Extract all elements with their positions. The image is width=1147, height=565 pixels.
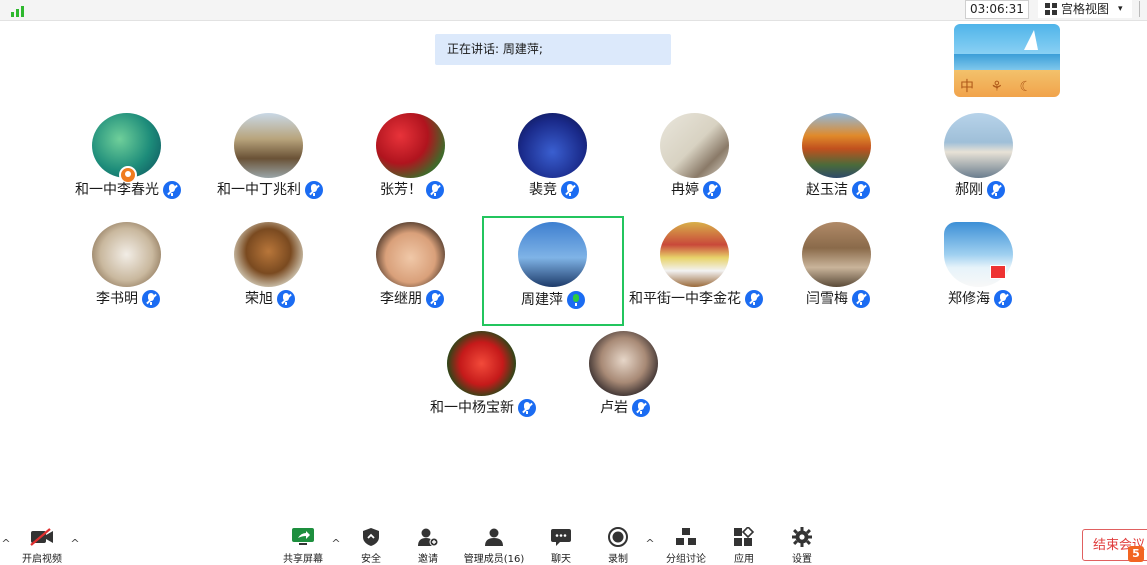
mic-muted-icon[interactable]: [561, 181, 579, 199]
record-icon: [608, 527, 628, 547]
participant-tile[interactable]: 和一中杨宝新: [430, 329, 587, 437]
chevron-down-icon: ▾: [1118, 4, 1123, 14]
shield-icon: [363, 528, 379, 546]
avatar: [376, 222, 445, 287]
chevron-up-icon[interactable]: ^: [644, 538, 656, 550]
flag-icon: [990, 265, 1006, 279]
meeting-timer: 03:06:31: [965, 0, 1029, 19]
avatar: [802, 113, 871, 178]
avatar: [234, 222, 303, 287]
participant-name: 闫雪梅: [806, 291, 848, 307]
view-mode-button[interactable]: 宫格视图 ▾: [1038, 0, 1132, 18]
apps-icon: [734, 527, 755, 546]
mic-muted-icon[interactable]: [987, 181, 1005, 199]
participant-tile-active-speaker[interactable]: 周建萍: [482, 216, 624, 326]
participant-tile[interactable]: 郝刚: [944, 111, 1084, 219]
mic-muted-icon[interactable]: [703, 181, 721, 199]
avatar: [802, 222, 871, 287]
active-speaker-banner: 正在讲话: 周建萍;: [435, 34, 671, 65]
participants-icon: [485, 528, 503, 546]
avatar: [660, 113, 729, 178]
participant-name: 卢岩: [600, 400, 628, 416]
participant-tile[interactable]: 荣旭: [234, 220, 374, 328]
mic-muted-icon[interactable]: [426, 290, 444, 308]
mic-muted-icon[interactable]: [994, 290, 1012, 308]
mic-muted-icon[interactable]: [277, 290, 295, 308]
chevron-up-icon[interactable]: ^: [0, 538, 12, 550]
grid-view-icon: [1045, 3, 1057, 15]
avatar: [234, 113, 303, 178]
video-off-icon: [30, 528, 53, 546]
participant-tile[interactable]: 和一中丁兆利: [217, 111, 374, 219]
chat-icon: [551, 529, 571, 546]
participant-tile[interactable]: 郑修海: [944, 220, 1084, 328]
participant-name: 赵玉洁: [806, 182, 848, 198]
avatar: [944, 113, 1013, 178]
participant-tile[interactable]: 冉婷: [660, 111, 800, 219]
participant-name: 张芳！: [380, 182, 422, 198]
participant-name: 周建萍: [521, 292, 563, 308]
participant-name: 荣旭: [245, 291, 273, 307]
participant-tile[interactable]: 李书明: [92, 220, 232, 328]
participant-tile[interactable]: 和一中李春光: [75, 111, 232, 219]
sailboat-image: [1024, 30, 1038, 50]
avatar: [518, 113, 587, 178]
active-speaker-text: 正在讲话: 周建萍;: [447, 42, 543, 56]
participant-name: 郝刚: [955, 182, 983, 198]
avatar: [376, 113, 445, 178]
video-button[interactable]: 开启视频: [12, 527, 72, 565]
window-control-fragment[interactable]: [1139, 1, 1147, 17]
participant-name: 和一中李春光: [75, 182, 159, 198]
gear-icon: [792, 527, 812, 547]
avatar: [660, 222, 729, 287]
participant-tile[interactable]: 赵玉洁: [802, 111, 942, 219]
participant-tile[interactable]: 裴竞: [518, 111, 658, 219]
share-screen-icon: [292, 528, 314, 545]
notification-badge[interactable]: 5: [1128, 546, 1144, 562]
avatar: [589, 331, 658, 396]
participant-name: 和一中丁兆利: [217, 182, 301, 198]
chevron-up-icon[interactable]: ^: [69, 538, 81, 550]
mic-muted-icon[interactable]: [852, 181, 870, 199]
record-button[interactable]: 录制: [588, 527, 648, 565]
video-button-label: 开启视频: [22, 554, 62, 565]
invite-button[interactable]: 邀请: [398, 527, 458, 565]
participant-name: 李继朋: [380, 291, 422, 307]
manage-participants-button[interactable]: 管理成员(16): [464, 527, 524, 565]
mic-muted-icon[interactable]: [142, 290, 160, 308]
avatar: [92, 222, 161, 287]
participant-name: 和平街一中李金花: [629, 291, 741, 307]
participant-name: 郑修海: [948, 291, 990, 307]
breakout-rooms-icon: [676, 528, 696, 545]
participant-name: 和一中杨宝新: [430, 400, 514, 416]
signal-strength-icon[interactable]: [6, 2, 33, 17]
self-thumbnail-decor-text: 中 ⚘ ☾ ♖: [960, 79, 1039, 97]
settings-label: 设置: [792, 554, 812, 565]
participant-tile[interactable]: 和平街一中李金花: [629, 220, 800, 328]
mic-muted-icon[interactable]: [632, 399, 650, 417]
avatar: [447, 331, 516, 396]
mic-muted-icon[interactable]: [852, 290, 870, 308]
participant-tile[interactable]: 卢岩: [589, 329, 729, 437]
share-screen-button[interactable]: 共享屏幕: [273, 527, 333, 565]
top-bar: 03:06:31 宫格视图 ▾: [0, 0, 1147, 21]
mic-muted-icon[interactable]: [426, 181, 444, 199]
participant-name: 冉婷: [671, 182, 699, 198]
self-video-thumbnail[interactable]: 中 ⚘ ☾ ♖: [954, 24, 1060, 97]
view-mode-label: 宫格视图: [1061, 2, 1110, 16]
participant-name: 裴竞: [529, 182, 557, 198]
add-user-icon: [418, 528, 439, 547]
participant-tile[interactable]: 闫雪梅: [802, 220, 942, 328]
settings-button[interactable]: 设置: [772, 527, 832, 565]
participant-tile[interactable]: 张芳！: [376, 111, 516, 219]
avatar: [518, 222, 587, 287]
mic-active-icon[interactable]: [567, 291, 585, 309]
participant-name: 李书明: [96, 291, 138, 307]
